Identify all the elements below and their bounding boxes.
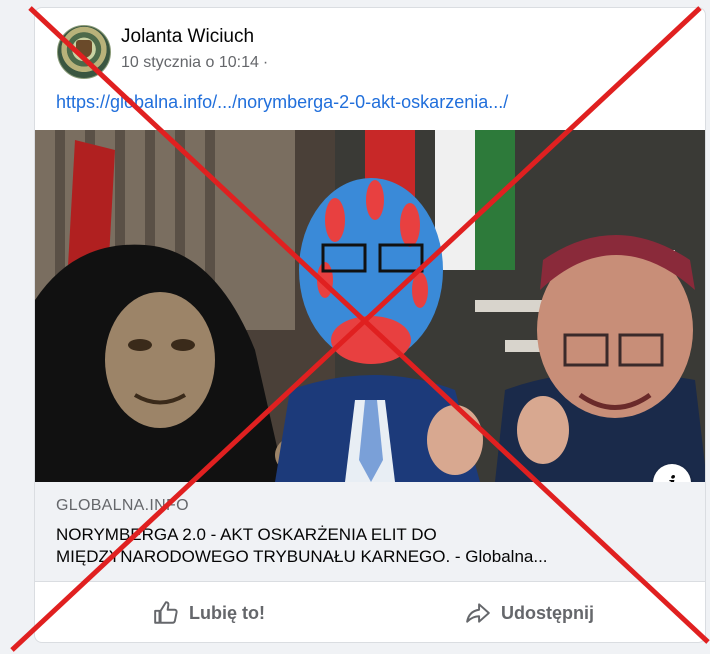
post-timestamp[interactable]: 10 stycznia o 10:14 [121,54,259,72]
post-link[interactable]: https://globalna.info/.../norymberga-2-0… [56,92,508,113]
post-card: Jolanta Wiciuch 10 stycznia o 10:14 · ht… [34,7,706,643]
like-label: Lubię to! [189,602,265,623]
preview-headline-line1: NORYMBERGA 2.0 - AKT OSKARŻENIA ELIT DO [56,525,437,544]
preview-domain: GLOBALNA.INFO [56,497,189,514]
preview-headline: NORYMBERGA 2.0 - AKT OSKARŻENIA ELIT DO … [56,524,616,568]
preview-illustration [35,130,705,482]
author-name[interactable]: Jolanta Wiciuch [121,26,254,48]
post-header: Jolanta Wiciuch 10 stycznia o 10:14 · [35,8,705,88]
meta-separator: · [262,54,269,71]
share-arrow-icon [466,603,490,623]
link-preview-text[interactable]: GLOBALNA.INFO NORYMBERGA 2.0 - AKT OSKAR… [35,482,705,582]
post-meta: 10 stycznia o 10:14 · [121,54,268,72]
preview-headline-line2: MIĘDZYNARODOWEGO TRYBUNAŁU KARNEGO. - Gl… [56,547,548,566]
like-button[interactable]: Lubię to! [153,594,265,632]
link-preview-image[interactable]: i [35,130,705,482]
post-actions: Lubię to! Udostępnij [35,582,705,642]
author-avatar[interactable] [57,25,111,79]
share-label: Udostępnij [501,602,594,623]
share-button[interactable]: Udostępnij [465,594,594,632]
thumbs-up-icon [154,601,178,624]
